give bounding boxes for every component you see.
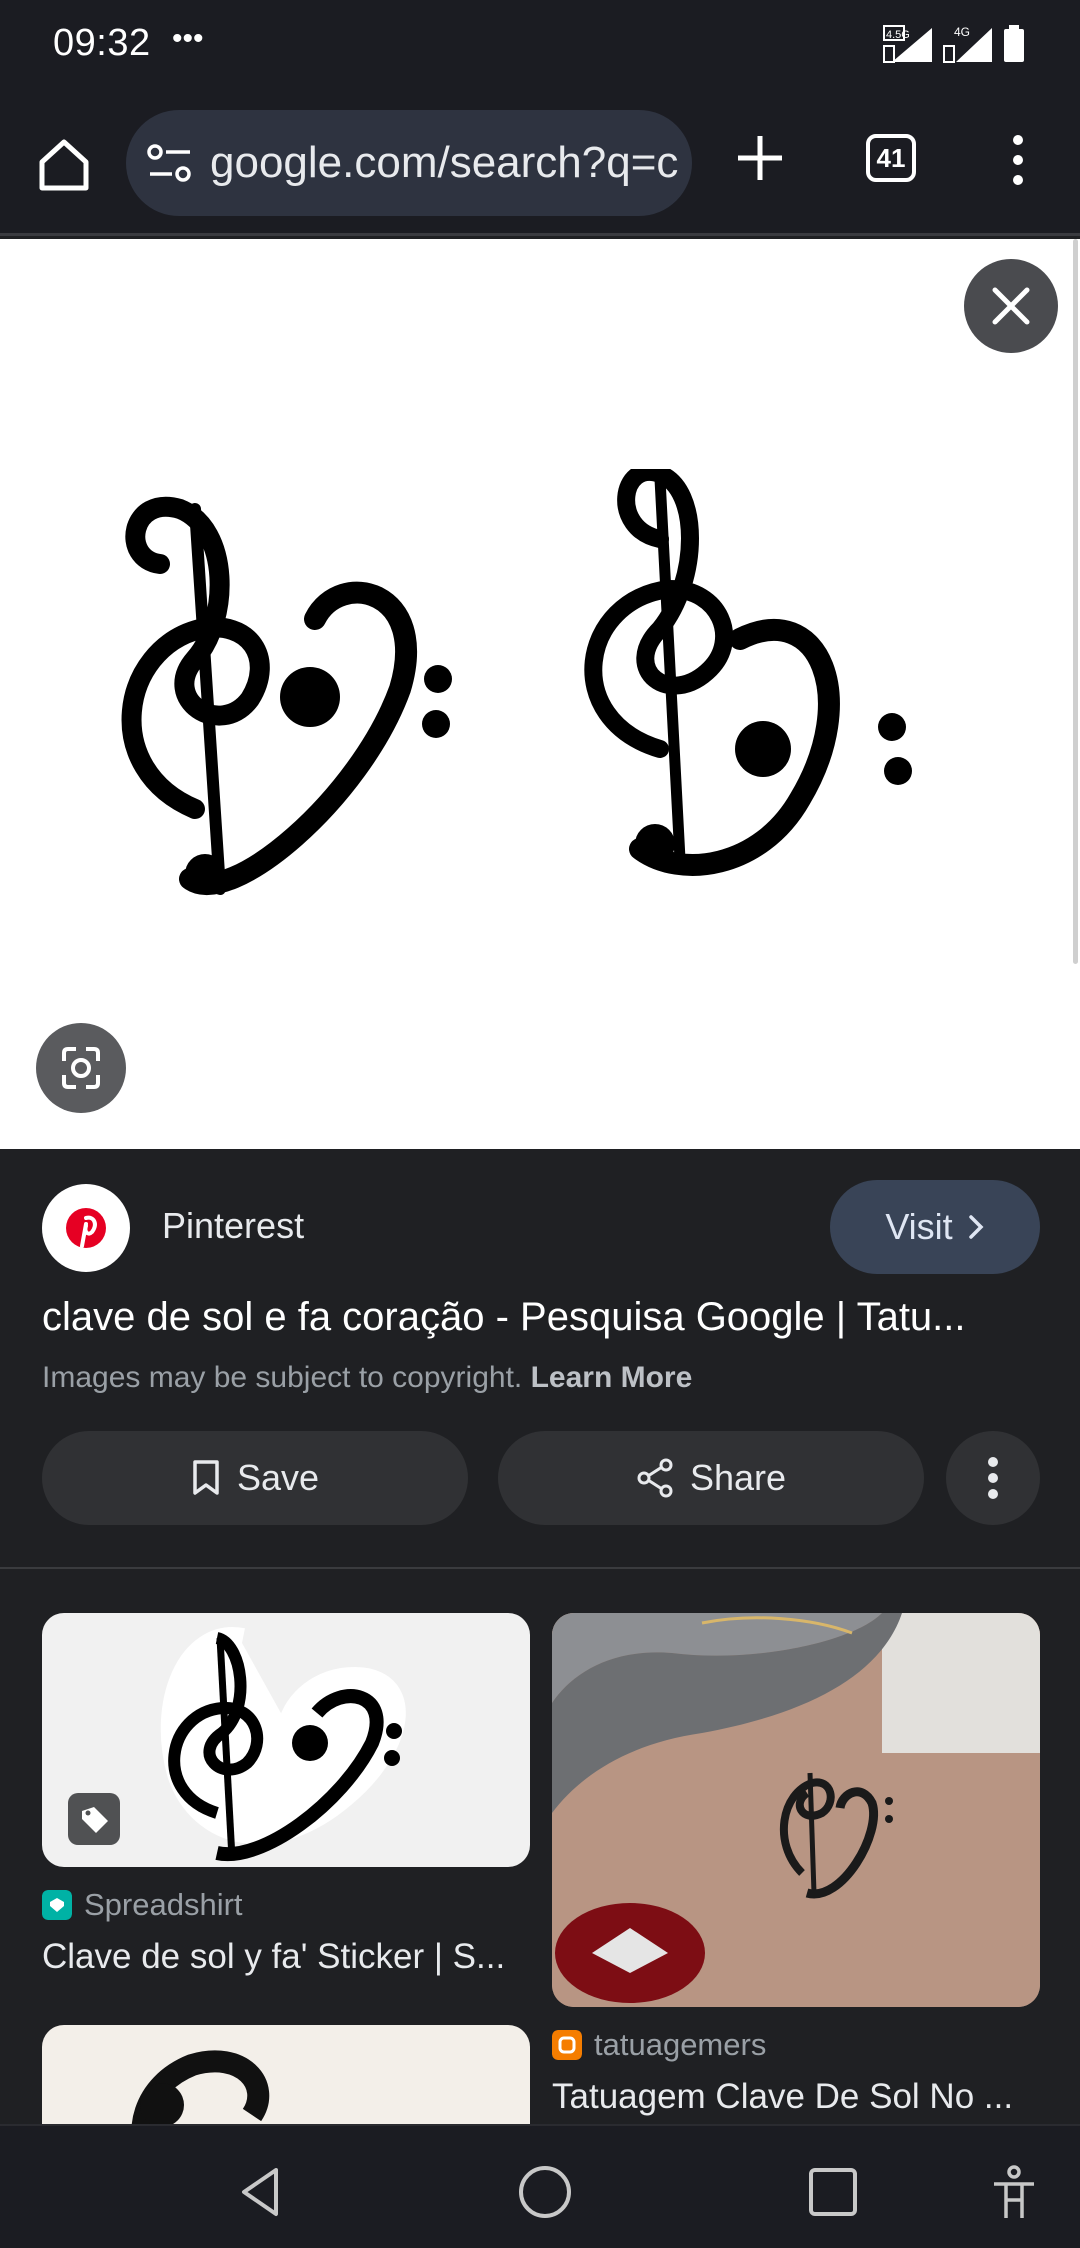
visit-label: Visit	[885, 1206, 953, 1247]
site-settings-icon[interactable]	[146, 140, 196, 186]
divider	[0, 1567, 1080, 1569]
save-label: Save	[236, 1457, 320, 1498]
close-icon	[992, 287, 1030, 325]
image-title[interactable]: clave de sol e fa coração - Pesquisa Goo…	[42, 1295, 1042, 1340]
recents-icon[interactable]	[803, 2162, 863, 2222]
blogger-favicon	[552, 2030, 582, 2060]
spreadshirt-favicon	[42, 1890, 72, 1920]
more-options-icon[interactable]	[998, 130, 1038, 190]
visit-button[interactable]: Visit	[830, 1180, 1040, 1274]
sim1-label: 4.5G	[886, 29, 910, 41]
scrollbar[interactable]	[1073, 239, 1078, 964]
sim2-label: 4G	[954, 25, 970, 39]
google-lens-icon	[62, 1047, 100, 1089]
more-actions-button[interactable]	[946, 1431, 1040, 1525]
clef-heart-image	[121, 469, 912, 895]
related-source-1[interactable]: Spreadshirt	[42, 1887, 243, 1923]
battery-icon	[1004, 25, 1024, 62]
source-name[interactable]: Pinterest	[162, 1205, 304, 1247]
related-title-2[interactable]: Tatuagem Clave De Sol No ...	[552, 2077, 1040, 2117]
share-icon	[637, 1458, 673, 1498]
related-source-2[interactable]: tatuagemers	[552, 2027, 766, 2063]
home-icon[interactable]	[32, 132, 96, 196]
sim1-signal-icon: 4.5G	[883, 25, 932, 63]
related-source-label: Spreadshirt	[84, 1887, 243, 1922]
related-image-3[interactable]	[42, 2025, 530, 2124]
system-nav-bar	[0, 2124, 1080, 2248]
share-label: Share	[689, 1457, 787, 1498]
pinterest-icon	[66, 1208, 106, 1248]
address-bar[interactable]: google.com/search?q=clave+de+sol+e+fa+co…	[126, 110, 692, 216]
notification-dots-icon: •••	[172, 22, 204, 55]
related-title-1[interactable]: Clave de sol y fa' Sticker | S...	[42, 1937, 530, 1977]
tab-count: 41	[876, 142, 906, 173]
copyright-text: Images may be subject to copyright.	[42, 1361, 523, 1394]
tag-icon	[82, 1807, 108, 1833]
more-vert-icon	[988, 1457, 998, 1499]
product-tag-badge	[68, 1793, 120, 1845]
sim2-signal-icon: 4G	[943, 25, 992, 63]
status-bar: 09:32 ••• 4.5G 4G	[0, 0, 1080, 92]
image-info-panel: Pinterest Visit clave de sol e fa coraçã…	[0, 1149, 1080, 1569]
status-time: 09:32	[53, 22, 151, 64]
bookmark-icon	[193, 1460, 219, 1495]
related-image-1[interactable]	[42, 1613, 530, 1867]
save-button[interactable]: Save	[42, 1431, 468, 1525]
tab-switcher-button[interactable]: 41	[866, 134, 916, 182]
url-text[interactable]: google.com/search?q=clave+de+sol+e+fa+co…	[210, 138, 680, 188]
related-image-2[interactable]	[552, 1613, 1040, 2007]
close-button[interactable]	[964, 259, 1058, 353]
status-icons: 4.5G 4G	[882, 24, 1026, 64]
chevron-right-icon	[968, 1215, 984, 1239]
back-icon[interactable]	[230, 2162, 290, 2222]
image-preview[interactable]	[0, 239, 1080, 1149]
copyright-notice: Images may be subject to copyright. Lear…	[42, 1361, 692, 1395]
pinterest-logo[interactable]	[42, 1184, 130, 1272]
accessibility-icon[interactable]	[984, 2162, 1044, 2222]
share-button[interactable]: Share	[498, 1431, 924, 1525]
learn-more-link[interactable]: Learn More	[531, 1361, 693, 1394]
related-source-label: tatuagemers	[594, 2027, 767, 2062]
lens-search-button[interactable]	[36, 1023, 126, 1113]
clef-partial-image	[131, 2050, 270, 2124]
browser-toolbar: google.com/search?q=clave+de+sol+e+fa+co…	[0, 92, 1080, 236]
home-nav-icon[interactable]	[515, 2162, 575, 2222]
new-tab-icon[interactable]	[730, 128, 790, 188]
tattoo-photo-image	[552, 1613, 1040, 2007]
related-images-grid: Spreadshirt Clave de sol y fa' Sticker |…	[0, 1571, 1080, 2124]
